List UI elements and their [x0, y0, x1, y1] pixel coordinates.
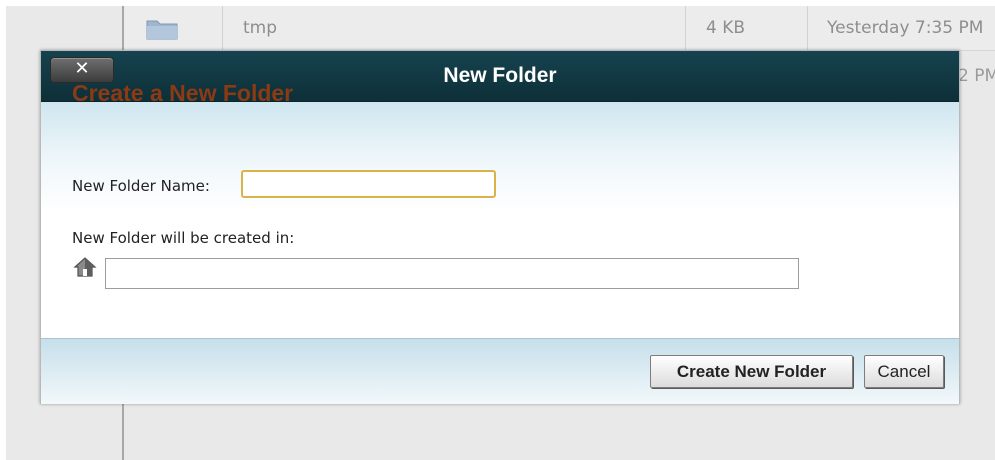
dialog-heading: Create a New Folder	[72, 80, 294, 106]
column-separator	[807, 6, 808, 50]
file-modified: Yesterday 7:35 PM	[827, 18, 984, 38]
file-row[interactable]: tmp 4 KB Yesterday 7:35 PM	[124, 6, 995, 51]
folder-name-input[interactable]	[241, 170, 496, 198]
create-folder-button[interactable]: Create New Folder	[650, 355, 853, 388]
location-label: New Folder will be created in:	[72, 229, 295, 247]
folder-name-label: New Folder Name:	[72, 177, 210, 195]
dialog-body	[41, 102, 959, 338]
file-modified: 2 PM	[958, 66, 995, 86]
file-name[interactable]: tmp	[243, 6, 277, 50]
column-separator	[685, 6, 686, 50]
file-size: 4 KB	[706, 18, 746, 38]
close-icon: ✕	[74, 58, 90, 79]
folder-icon	[146, 20, 178, 40]
location-path-input[interactable]	[105, 258, 799, 289]
column-separator	[222, 6, 223, 50]
cancel-button[interactable]: Cancel	[864, 355, 944, 388]
new-folder-dialog: New Folder ✕ Create a New Folder New Fol…	[40, 50, 960, 404]
dialog-footer: Create New Folder Cancel	[41, 338, 959, 404]
home-icon	[73, 257, 97, 277]
